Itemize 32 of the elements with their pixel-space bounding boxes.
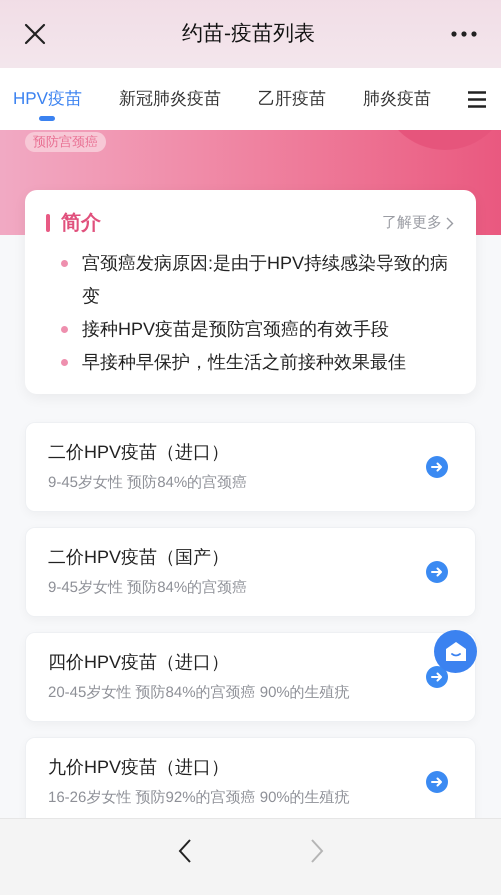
vaccine-name: 二价HPV疫苗（国产） [48,546,230,570]
chevron-right-icon[interactable] [446,216,454,230]
category-tab[interactable]: 肺炎疫苗 [362,86,431,112]
close-icon[interactable] [24,23,46,45]
intro-bullet-text: 早接种早保护，性生活之前接种效果最佳 [82,351,406,374]
vaccine-description: 16-26岁女性 预防92%的宫颈癌 90%的生殖疣 [48,788,350,808]
title-accent-bar [46,214,50,232]
category-tab[interactable]: HPV疫苗 [13,86,82,112]
more-icon[interactable] [451,31,477,37]
intro-title: 简介 [61,211,101,236]
vaccine-description: 9-45岁女性 预防84%的宫颈癌 [48,578,248,598]
hero-tag: 预防宫颈癌 [25,132,106,152]
house-face-icon [444,640,466,662]
vaccine-name: 九价HPV疫苗（进口） [48,756,230,780]
arrow-right-icon[interactable] [426,456,448,478]
vaccine-description: 9-45岁女性 预防84%的宫颈癌 [48,473,248,494]
intro-bullet-text: 宫颈癌发病原因:是由于HPV持续感染导致的病变 [82,252,450,308]
vaccine-card[interactable]: 四价HPV疫苗（进口） 20-45岁女性 预防84%的宫颈癌 90%的生殖疣 [25,632,476,722]
category-tab[interactable]: 新冠肺炎疫苗 [118,86,221,112]
vaccine-card[interactable]: 九价HPV疫苗（进口） 16-26岁女性 预防92%的宫颈癌 90%的生殖疣 [25,737,476,818]
arrow-right-icon[interactable] [426,771,448,793]
menu-icon[interactable] [467,90,487,108]
arrow-right-icon[interactable] [426,666,448,688]
vaccine-card[interactable]: 二价HPV疫苗（国产） 9-45岁女性 预防84%的宫颈癌 [25,527,476,617]
vaccine-card[interactable]: 二价HPV疫苗（进口） 9-45岁女性 预防84%的宫颈癌 [25,422,476,512]
category-tab[interactable]: 乙肝疫苗 [258,86,326,112]
vaccine-description: 20-45岁女性 预防84%的宫颈癌 90%的生殖疣 [48,683,350,704]
page-title: 约苗-疫苗列表 [182,21,315,48]
intro-bullet-text: 接种HPV疫苗是预防宫颈癌的有效手段 [82,318,390,341]
arrow-right-icon[interactable] [426,561,448,583]
vaccine-name: 二价HPV疫苗（进口） [48,441,230,464]
vaccine-name: 四价HPV疫苗（进口） [48,651,230,674]
